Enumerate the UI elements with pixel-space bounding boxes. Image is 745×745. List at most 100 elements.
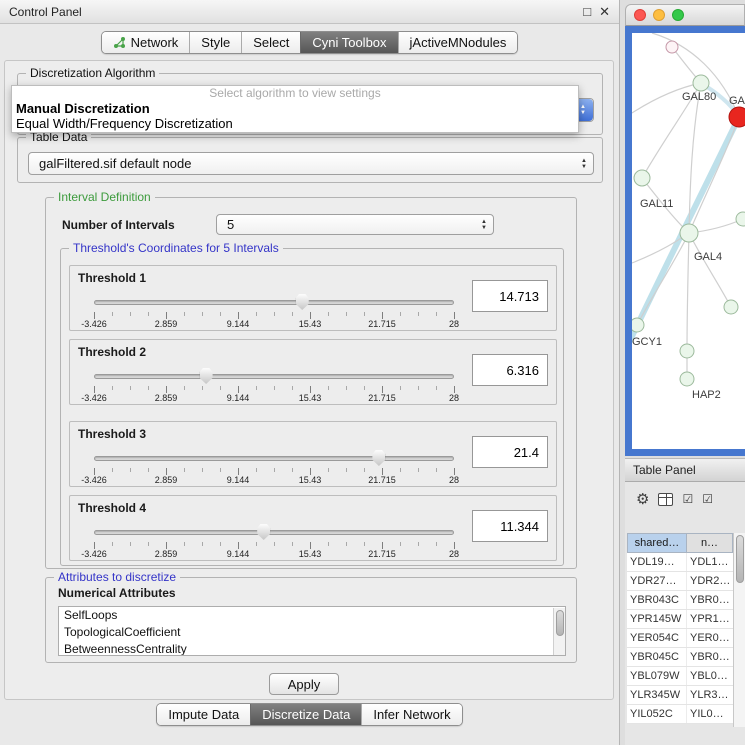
threshold-1-panel: Threshold 1 -3.426 2.859 9.144 15.43 21.… <box>69 265 557 331</box>
network-node[interactable] <box>724 300 738 314</box>
table-row[interactable]: YDR27…YDR2… <box>627 572 733 591</box>
threshold-1-slider[interactable] <box>94 294 454 312</box>
table-row[interactable]: YBR045CYBR0… <box>627 648 733 667</box>
threshold-3-value-field[interactable]: 21.4 <box>472 436 548 468</box>
tab-style[interactable]: Style <box>189 32 241 53</box>
slider-ticks <box>94 542 455 549</box>
network-node[interactable] <box>680 344 694 358</box>
network-node[interactable] <box>680 372 694 386</box>
table-toolbar: ⚙ ☑ ☑ <box>625 482 745 516</box>
slider-track[interactable] <box>94 300 454 305</box>
attributes-group: Attributes to discretize Numerical Attri… <box>45 577 577 663</box>
combo-arrows-icon[interactable]: ▲ ▼ <box>475 215 493 234</box>
network-node-selected[interactable] <box>729 107 745 127</box>
tab-select[interactable]: Select <box>241 32 300 53</box>
threshold-3-panel: Threshold 3 -3.426 2.859 9.144 15.43 21.… <box>69 421 557 487</box>
tab-style-label: Style <box>201 35 230 50</box>
threshold-2-slider-thumb[interactable] <box>200 368 213 384</box>
tab-cyni-toolbox[interactable]: Cyni Toolbox <box>300 32 397 53</box>
numerical-attributes-label: Numerical Attributes <box>58 586 176 600</box>
list-scrollbar-thumb[interactable] <box>556 610 564 636</box>
threshold-1-value-field[interactable]: 14.713 <box>472 280 548 312</box>
discretization-algorithm-title: Discretization Algorithm <box>26 66 159 80</box>
apply-button[interactable]: Apply <box>269 673 339 695</box>
node-table: shared… n… YDL19…YDL1… YDR27…YDR2… YBR04… <box>627 533 733 724</box>
slider-tick-labels: -3.426 2.859 9.144 15.43 21.715 28 <box>94 549 454 560</box>
slider-tick-labels: -3.426 2.859 9.144 15.43 21.715 28 <box>94 393 454 404</box>
network-node[interactable] <box>632 318 644 332</box>
network-node[interactable] <box>693 75 709 91</box>
threshold-4-slider[interactable] <box>94 524 454 542</box>
slider-ticks <box>94 468 455 475</box>
control-panel: Control Panel □ ✕ Network Style Select C… <box>0 0 620 745</box>
threshold-4-slider-thumb[interactable] <box>257 524 270 540</box>
threshold-1-slider-thumb[interactable] <box>296 294 309 310</box>
numerical-attributes-list: SelfLoops TopologicalCoefficient Between… <box>58 606 566 656</box>
window-title: Control Panel <box>9 5 82 19</box>
network-node[interactable] <box>680 224 698 242</box>
combo-arrows-icon[interactable]: ▲ ▼ <box>575 153 593 174</box>
network-node[interactable] <box>634 170 650 186</box>
node-label: GA <box>729 95 745 107</box>
network-node[interactable] <box>736 212 745 226</box>
network-icon <box>113 36 126 49</box>
tab-jactive-label: jActiveMNodules <box>410 35 507 50</box>
algorithm-dropdown-popup: Select algorithm to view settings Manual… <box>11 85 579 133</box>
float-window-icon[interactable]: □ <box>583 4 591 20</box>
threshold-2-panel: Threshold 2 -3.426 2.859 9.144 15.43 21.… <box>69 339 557 405</box>
tab-jactivemodules[interactable]: jActiveMNodules <box>398 32 518 53</box>
network-node[interactable] <box>666 41 678 53</box>
threshold-3-slider-thumb[interactable] <box>372 450 385 466</box>
gear-icon[interactable]: ⚙ <box>636 492 649 507</box>
table-row[interactable]: YIL052CYIL0… <box>627 705 733 724</box>
network-view-window: GAL80 GA GAL11 GAL4 GCY1 HAP2 <box>625 4 745 456</box>
table-row[interactable]: YPR145WYPR1… <box>627 610 733 629</box>
close-button[interactable] <box>634 9 646 21</box>
table-row[interactable]: YDL19…YDL1… <box>627 553 733 572</box>
table-data-combobox[interactable]: galFiltered.sif default node ▲ ▼ <box>28 152 594 175</box>
minimize-button[interactable] <box>653 9 665 21</box>
dropdown-item-manual-discretization[interactable]: Manual Discretization <box>12 101 578 116</box>
table-scrollbar-thumb[interactable] <box>736 535 744 583</box>
threshold-4-value-field[interactable]: 11.344 <box>472 510 548 542</box>
table-scrollbar[interactable] <box>733 533 745 727</box>
slider-track[interactable] <box>94 374 454 379</box>
tab-network[interactable]: Network <box>102 32 190 53</box>
bottom-tabbar: Impute Data Discretize Data Infer Networ… <box>0 703 619 726</box>
dropdown-item-equal-width[interactable]: Equal Width/Frequency Discretization <box>12 116 578 131</box>
threshold-4-label: Threshold 4 <box>78 501 146 515</box>
select-shown-icon[interactable]: ☑ <box>702 492 713 506</box>
list-item[interactable]: TopologicalCoefficient <box>59 624 565 641</box>
slider-track[interactable] <box>94 456 454 461</box>
table-row[interactable]: YBL079WYBL0… <box>627 667 733 686</box>
number-of-intervals-combobox[interactable]: 5 ▲ ▼ <box>216 214 494 235</box>
tab-discretize-data[interactable]: Discretize Data <box>250 704 361 725</box>
tab-infer-network[interactable]: Infer Network <box>361 704 461 725</box>
list-scrollbar[interactable] <box>553 608 565 656</box>
select-all-icon[interactable]: ☑ <box>682 492 693 506</box>
slider-tick-labels: -3.426 2.859 9.144 15.43 21.715 28 <box>94 475 454 486</box>
slider-track[interactable] <box>94 530 454 535</box>
threshold-2-label: Threshold 2 <box>78 345 146 359</box>
list-item[interactable]: SelfLoops <box>59 607 565 624</box>
interval-definition-title: Interval Definition <box>54 190 155 204</box>
zoom-button[interactable] <box>672 9 684 21</box>
node-label: GAL80 <box>682 91 716 103</box>
column-header-name[interactable]: n… <box>687 533 733 553</box>
network-canvas[interactable]: GAL80 GA GAL11 GAL4 GCY1 HAP2 <box>632 33 745 449</box>
threshold-2-slider[interactable] <box>94 368 454 386</box>
list-item[interactable]: BetweennessCentrality <box>59 641 565 656</box>
threshold-1-label: Threshold 1 <box>78 271 146 285</box>
interval-definition-group: Interval Definition Number of Intervals … <box>45 197 577 569</box>
column-header-shared-name[interactable]: shared… <box>627 533 687 553</box>
table-row[interactable]: YLR345WYLR3… <box>627 686 733 705</box>
threshold-2-value-field[interactable]: 6.316 <box>472 354 548 386</box>
close-icon[interactable]: ✕ <box>599 4 610 20</box>
table-row[interactable]: YBR043CYBR0… <box>627 591 733 610</box>
tab-impute-data[interactable]: Impute Data <box>157 704 250 725</box>
columns-icon[interactable] <box>658 493 673 506</box>
tab-select-label: Select <box>253 35 289 50</box>
node-label: HAP2 <box>692 389 721 401</box>
threshold-3-slider[interactable] <box>94 450 454 468</box>
table-row[interactable]: YER054CYER0… <box>627 629 733 648</box>
